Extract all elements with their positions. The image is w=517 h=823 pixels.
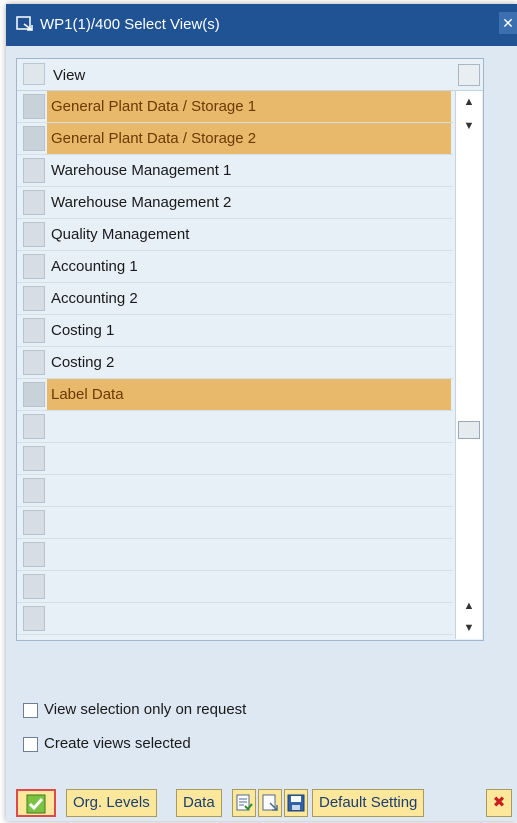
view-on-request-label: View selection only on request xyxy=(44,701,247,718)
data-button[interactable]: Data xyxy=(176,789,222,817)
cancel-button[interactable]: ✖ xyxy=(486,789,512,817)
view-on-request-checkbox[interactable] xyxy=(23,703,38,718)
row-selector[interactable] xyxy=(23,190,45,215)
deselect-all-button[interactable] xyxy=(258,789,282,817)
table-header: View xyxy=(17,59,483,91)
row-selector[interactable] xyxy=(23,414,45,439)
scroll-down-arrow-icon[interactable]: ▼ xyxy=(456,115,482,137)
create-views-selected-label: Create views selected xyxy=(44,735,191,752)
title-bar: WP1(1)/400 Select View(s) ✕ xyxy=(6,4,517,46)
check-icon xyxy=(26,794,46,814)
row-selector[interactable] xyxy=(23,510,45,535)
view-name-cell[interactable]: Label Data xyxy=(47,379,451,410)
view-name-cell[interactable]: Quality Management xyxy=(47,219,451,250)
scroll-down-arrow-icon[interactable]: ▼ xyxy=(456,617,482,639)
scroll-thumb[interactable] xyxy=(458,421,480,439)
dialog-toolbar: Org. Levels Data Default Setting ✖ xyxy=(16,789,517,819)
select-all-button[interactable] xyxy=(232,789,256,817)
row-selector[interactable] xyxy=(23,286,45,311)
row-selector[interactable] xyxy=(23,574,45,599)
view-name-cell[interactable] xyxy=(47,443,451,474)
table-row[interactable]: Costing 1 xyxy=(17,315,453,347)
select-all-icon xyxy=(236,794,253,811)
table-row[interactable]: Warehouse Management 2 xyxy=(17,187,453,219)
view-name-cell[interactable] xyxy=(47,507,451,538)
continue-button[interactable] xyxy=(16,789,56,817)
table-row[interactable] xyxy=(17,411,453,443)
views-table: View General Plant Data / Storage 1 Gener… xyxy=(16,58,484,641)
table-row[interactable] xyxy=(17,539,453,571)
view-name-cell[interactable]: Costing 1 xyxy=(47,315,451,346)
row-selector[interactable] xyxy=(23,318,45,343)
row-selector[interactable] xyxy=(23,478,45,503)
dialog-title: WP1(1)/400 Select View(s) xyxy=(40,16,220,33)
org-levels-button[interactable]: Org. Levels xyxy=(66,789,157,817)
table-row[interactable]: Label Data xyxy=(17,379,453,411)
view-name-cell[interactable] xyxy=(47,475,451,506)
view-name-cell[interactable] xyxy=(47,411,451,442)
view-name-cell[interactable] xyxy=(47,539,451,570)
row-selector[interactable] xyxy=(23,222,45,247)
table-row[interactable] xyxy=(17,571,453,603)
vertical-scrollbar[interactable]: ▲ ▼ ▲ ▼ xyxy=(455,91,482,639)
view-name-cell[interactable]: General Plant Data / Storage 2 xyxy=(47,123,451,154)
table-row[interactable]: General Plant Data / Storage 1 xyxy=(17,91,453,123)
table-row[interactable]: Accounting 2 xyxy=(17,283,453,315)
row-selector[interactable] xyxy=(23,126,45,151)
view-name-cell[interactable] xyxy=(47,571,451,602)
close-button[interactable]: ✕ xyxy=(499,12,517,34)
view-name-cell[interactable] xyxy=(47,603,451,634)
view-name-cell[interactable]: Warehouse Management 1 xyxy=(47,155,451,186)
table-row[interactable] xyxy=(17,507,453,539)
view-name-cell[interactable]: Warehouse Management 2 xyxy=(47,187,451,218)
row-selector[interactable] xyxy=(23,382,45,407)
table-row[interactable]: Accounting 1 xyxy=(17,251,453,283)
column-settings-button[interactable] xyxy=(458,64,480,86)
table-rows: General Plant Data / Storage 1 General Pl… xyxy=(17,91,453,635)
row-selector[interactable] xyxy=(23,350,45,375)
table-row[interactable] xyxy=(17,443,453,475)
view-name-cell[interactable]: Accounting 1 xyxy=(47,251,451,282)
save-icon xyxy=(287,794,305,812)
cancel-icon: ✖ xyxy=(492,794,506,811)
dialog-icon xyxy=(16,16,33,31)
view-name-cell[interactable]: Costing 2 xyxy=(47,347,451,378)
row-selector[interactable] xyxy=(23,158,45,183)
scroll-up-arrow-icon[interactable]: ▲ xyxy=(456,595,482,617)
table-row[interactable]: Costing 2 xyxy=(17,347,453,379)
column-header-view[interactable]: View xyxy=(53,67,85,84)
close-icon: ✕ xyxy=(502,15,514,31)
row-selector[interactable] xyxy=(23,446,45,471)
table-row[interactable] xyxy=(17,475,453,507)
table-row[interactable] xyxy=(17,603,453,635)
table-row[interactable]: Quality Management xyxy=(17,219,453,251)
table-row[interactable]: Warehouse Management 1 xyxy=(17,155,453,187)
row-selector[interactable] xyxy=(23,606,45,631)
default-setting-button[interactable]: Default Setting xyxy=(312,789,425,817)
save-button[interactable] xyxy=(284,789,308,817)
row-selector[interactable] xyxy=(23,542,45,567)
row-selector[interactable] xyxy=(23,254,45,279)
view-name-cell[interactable]: Accounting 2 xyxy=(47,283,451,314)
view-name-cell[interactable]: General Plant Data / Storage 1 xyxy=(47,91,451,122)
scroll-up-arrow-icon[interactable]: ▲ xyxy=(456,91,482,113)
table-row[interactable]: General Plant Data / Storage 2 xyxy=(17,123,453,155)
row-selector[interactable] xyxy=(23,94,45,119)
create-views-selected-checkbox[interactable] xyxy=(23,737,38,752)
select-all-rows-button[interactable] xyxy=(23,63,45,85)
deselect-all-icon xyxy=(262,794,278,811)
select-views-dialog: WP1(1)/400 Select View(s) ✕ View General… xyxy=(6,4,517,821)
